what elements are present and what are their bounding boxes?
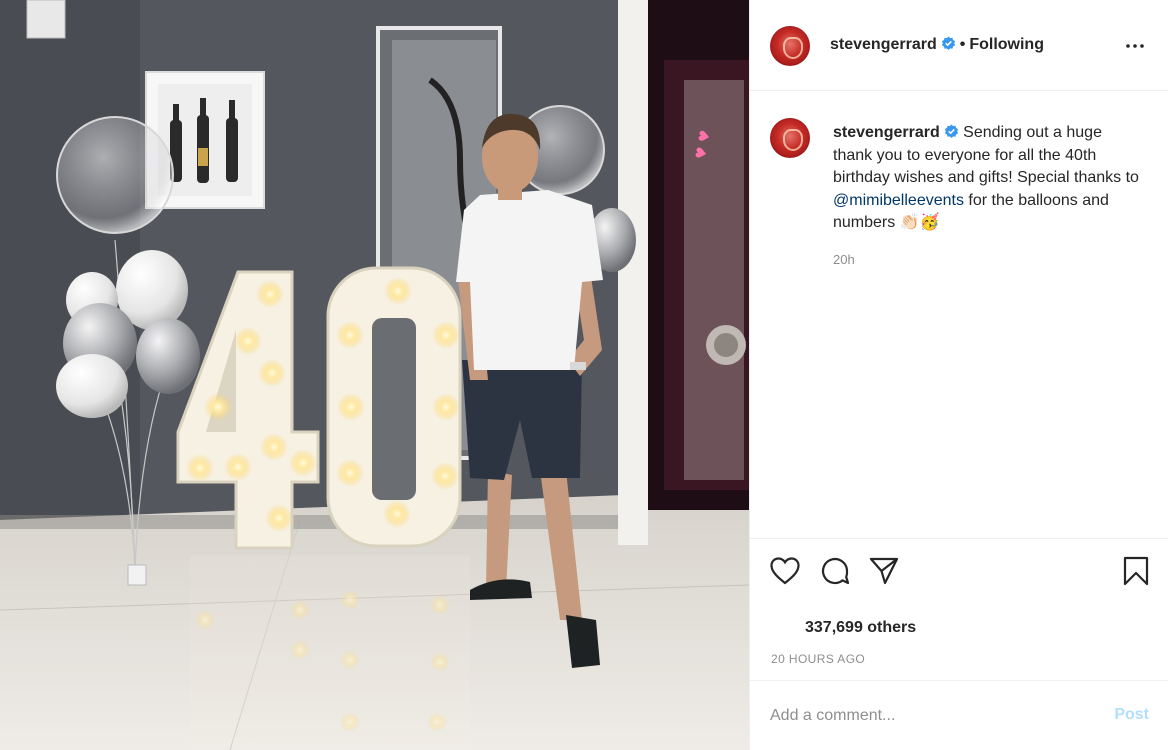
author-line: stevengerrard • Following: [830, 36, 1044, 54]
comment-bubble-icon: [821, 557, 850, 585]
like-button[interactable]: [768, 554, 802, 588]
caption-author-avatar[interactable]: [770, 118, 810, 158]
photo-scene: ♥ ♥: [0, 0, 749, 750]
mention-link[interactable]: @mimibelleevents: [833, 192, 964, 209]
more-options-icon[interactable]: [1123, 34, 1147, 58]
post-side-panel: stevengerrard • Following stevengerrard Se…: [749, 0, 1168, 750]
caption-username[interactable]: stevengerrard: [833, 124, 940, 141]
caption-text: stevengerrard Sending out a huge thank y…: [833, 122, 1143, 235]
verified-badge-icon: [941, 36, 955, 50]
following-button[interactable]: Following: [969, 36, 1044, 53]
verified-badge-icon: [944, 124, 958, 138]
post-date[interactable]: 20 HOURS AGO: [771, 652, 865, 666]
action-bar: [750, 538, 1168, 600]
author-avatar[interactable]: [770, 26, 810, 66]
separator-dot: •: [959, 36, 966, 53]
post-header: stevengerrard • Following: [750, 0, 1168, 91]
bookmark-icon: [1123, 556, 1149, 586]
caption-timestamp[interactable]: 20h: [833, 252, 855, 267]
paper-plane-icon: [869, 557, 899, 585]
comment-input[interactable]: [770, 703, 1090, 729]
post-photo[interactable]: ♥ ♥: [0, 0, 749, 750]
post-comment-button[interactable]: Post: [1114, 706, 1149, 724]
author-username[interactable]: stevengerrard: [830, 36, 937, 53]
comment-button[interactable]: [818, 554, 852, 588]
heart-icon: [770, 557, 800, 585]
add-comment-bar: Post: [750, 680, 1168, 750]
likes-count[interactable]: 337,699 others: [805, 619, 916, 637]
save-button[interactable]: [1119, 554, 1153, 588]
share-button[interactable]: [867, 554, 901, 588]
